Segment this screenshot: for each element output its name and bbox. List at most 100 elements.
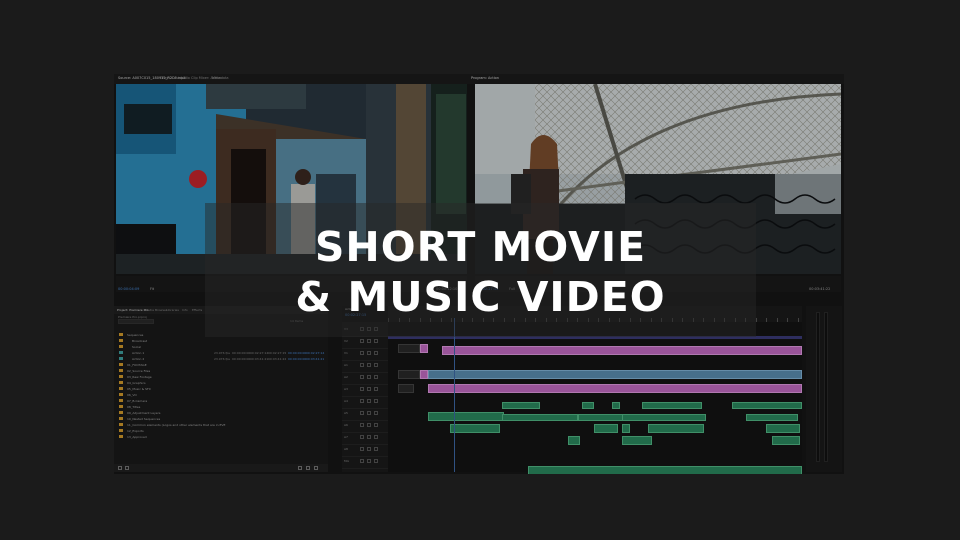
video-clip[interactable] bbox=[398, 344, 420, 353]
audio-clip[interactable] bbox=[568, 436, 580, 445]
audio-clip[interactable] bbox=[594, 424, 618, 433]
mute-icon[interactable] bbox=[374, 387, 378, 391]
mute-icon[interactable] bbox=[374, 459, 378, 463]
toggle-output-icon[interactable] bbox=[360, 375, 364, 379]
toggle-output-icon[interactable] bbox=[360, 387, 364, 391]
ruler-tick bbox=[776, 318, 778, 322]
audio-clip[interactable] bbox=[622, 414, 706, 421]
audio-clip[interactable] bbox=[732, 402, 802, 409]
tab-effects[interactable]: Effects bbox=[192, 308, 202, 312]
playhead[interactable] bbox=[454, 318, 455, 472]
icon-view-icon[interactable] bbox=[125, 466, 129, 470]
toggle-output-icon[interactable] bbox=[360, 351, 364, 355]
toggle-output-icon[interactable] bbox=[360, 411, 364, 415]
bin-row-end: 00:02:27:14 bbox=[250, 351, 269, 355]
toggle-output-icon[interactable] bbox=[360, 423, 364, 427]
tab-info[interactable]: Info bbox=[182, 308, 188, 312]
track-label: A4 bbox=[344, 399, 348, 403]
mute-icon[interactable] bbox=[374, 447, 378, 451]
video-clip[interactable] bbox=[398, 384, 414, 393]
audio-clip[interactable] bbox=[428, 412, 504, 421]
audio-clip[interactable] bbox=[772, 436, 800, 445]
mute-icon[interactable] bbox=[374, 363, 378, 367]
bin-row-duration: 00:02:27:15 bbox=[268, 351, 287, 355]
lock-icon[interactable] bbox=[367, 339, 371, 343]
audio-clip[interactable] bbox=[612, 402, 620, 409]
tab-project[interactable]: Project: Premiere Pro bbox=[117, 308, 148, 312]
audio-clip[interactable] bbox=[502, 414, 578, 421]
track-divider bbox=[342, 456, 388, 457]
bin-row-label: 03_Raw Footage bbox=[127, 375, 152, 379]
toggle-output-icon[interactable] bbox=[360, 435, 364, 439]
folder-icon bbox=[119, 405, 123, 408]
mute-icon[interactable] bbox=[374, 339, 378, 343]
audio-clip[interactable] bbox=[642, 402, 702, 409]
audio-meters bbox=[806, 306, 842, 472]
track-headers: V3 V2 V1 A1 A2 A3 A4 A5 A6 A7 A8 Mix bbox=[342, 322, 388, 472]
audio-clip[interactable] bbox=[528, 466, 802, 474]
mute-icon[interactable] bbox=[374, 435, 378, 439]
toggle-output-icon[interactable] bbox=[360, 339, 364, 343]
bin-row-end: 00:03:41:21 bbox=[250, 357, 269, 361]
audio-clip[interactable] bbox=[766, 424, 800, 433]
mute-icon[interactable] bbox=[374, 399, 378, 403]
toggle-output-icon[interactable] bbox=[360, 447, 364, 451]
audio-clip[interactable] bbox=[502, 402, 540, 409]
folder-icon bbox=[119, 333, 123, 336]
tab-metadata[interactable]: Metadata bbox=[212, 76, 229, 80]
new-item-icon[interactable] bbox=[306, 466, 310, 470]
lock-icon[interactable] bbox=[367, 387, 371, 391]
bin-row-label: 06_VO bbox=[127, 393, 137, 397]
lock-icon[interactable] bbox=[367, 363, 371, 367]
list-view-icon[interactable] bbox=[118, 466, 122, 470]
source-timecode[interactable]: 00:00:04:09 bbox=[118, 287, 139, 291]
bin-row-label: 09_Adjustment Layers bbox=[127, 411, 161, 415]
video-clip[interactable] bbox=[442, 346, 802, 355]
new-bin-icon[interactable] bbox=[298, 466, 302, 470]
tab-program-monitor[interactable]: Program: Action bbox=[471, 76, 499, 80]
video-clip[interactable] bbox=[420, 370, 428, 379]
bin-row[interactable]: 13_Approved bbox=[116, 434, 326, 440]
lock-icon[interactable] bbox=[367, 459, 371, 463]
audio-clip[interactable] bbox=[746, 414, 798, 421]
toggle-output-icon[interactable] bbox=[360, 459, 364, 463]
lock-icon[interactable] bbox=[367, 447, 371, 451]
video-clip[interactable] bbox=[428, 384, 802, 393]
folder-icon bbox=[119, 369, 123, 372]
trash-icon[interactable] bbox=[314, 466, 318, 470]
mute-icon[interactable] bbox=[374, 375, 378, 379]
toggle-output-icon[interactable] bbox=[360, 399, 364, 403]
bin-row-label: 02_Source Files bbox=[127, 369, 151, 373]
lock-icon[interactable] bbox=[367, 399, 371, 403]
source-fit-select[interactable]: Fit bbox=[150, 287, 154, 291]
bin-row-label: 08_Titles bbox=[127, 405, 141, 409]
audio-clip[interactable] bbox=[450, 424, 500, 433]
lock-icon[interactable] bbox=[367, 423, 371, 427]
video-clip[interactable] bbox=[428, 370, 802, 379]
audio-clip[interactable] bbox=[648, 424, 704, 433]
tab-libraries[interactable]: Libraries bbox=[166, 308, 179, 312]
lock-icon[interactable] bbox=[367, 411, 371, 415]
project-panel-footer bbox=[114, 464, 328, 472]
video-clip[interactable] bbox=[420, 344, 428, 353]
bin-row-label: 10_Nested Sequences bbox=[127, 417, 161, 421]
mute-icon[interactable] bbox=[374, 351, 378, 355]
lock-icon[interactable] bbox=[367, 375, 371, 379]
bin-row-label: 12_Exports bbox=[127, 429, 144, 433]
mute-icon[interactable] bbox=[374, 423, 378, 427]
audio-clip[interactable] bbox=[622, 424, 630, 433]
lock-icon[interactable] bbox=[367, 435, 371, 439]
video-clip[interactable] bbox=[398, 370, 420, 379]
mute-icon[interactable] bbox=[374, 411, 378, 415]
track-divider bbox=[342, 468, 388, 469]
folder-icon bbox=[119, 387, 123, 390]
audio-clip[interactable] bbox=[582, 402, 594, 409]
tab-media-browser[interactable]: Media Browser bbox=[145, 308, 167, 312]
lock-icon[interactable] bbox=[367, 351, 371, 355]
bin-row-label: 11_Common elements (Logos and other elem… bbox=[127, 423, 226, 427]
toggle-output-icon[interactable] bbox=[360, 363, 364, 367]
bin-row-out: 00:02:27:14 bbox=[306, 351, 325, 355]
project-search-input[interactable] bbox=[118, 319, 154, 324]
bin-row-in: 00:00:00:00 bbox=[288, 351, 307, 355]
audio-clip[interactable] bbox=[622, 436, 652, 445]
